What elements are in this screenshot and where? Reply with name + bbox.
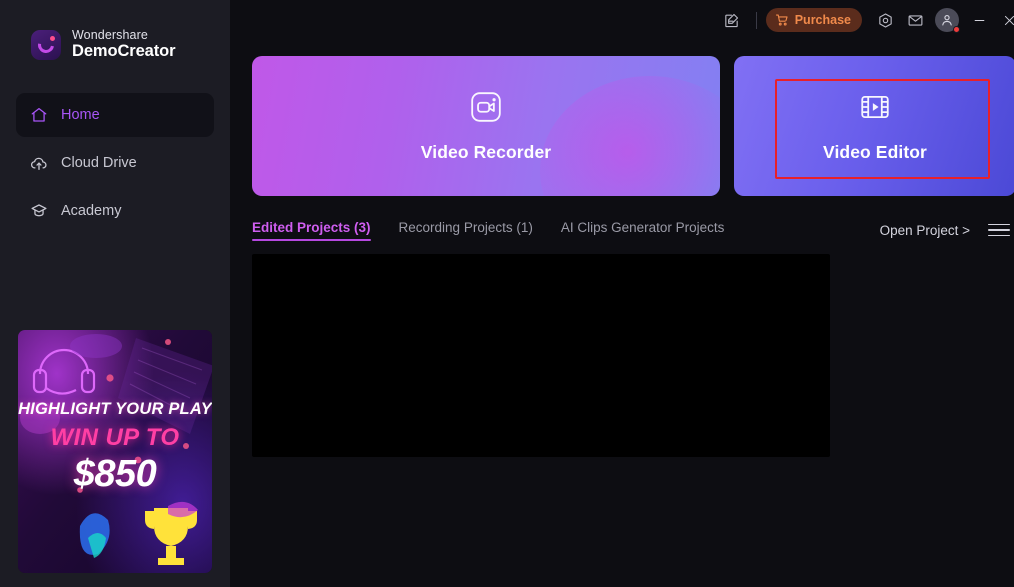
hamburger-menu-icon[interactable] (988, 219, 1010, 241)
title-bar: Purchase (230, 0, 1014, 40)
sidebar-item-cloud-drive[interactable]: Cloud Drive (16, 141, 214, 185)
notification-badge (953, 26, 960, 33)
project-list (230, 250, 1014, 457)
open-project-button[interactable]: Open Project > (880, 223, 970, 238)
purchase-button[interactable]: Purchase (765, 8, 862, 32)
sidebar-item-home[interactable]: Home (16, 93, 214, 138)
minimize-icon[interactable] (964, 5, 994, 35)
brand-company: Wondershare (72, 28, 148, 42)
brand-product: DemoCreator (72, 41, 176, 60)
tab-label: Edited Projects (3) (252, 220, 371, 235)
tab-label: AI Clips Generator Projects (560, 220, 725, 235)
close-icon[interactable] (994, 5, 1014, 35)
video-editor-label: Video Editor (823, 141, 927, 162)
settings-gear-icon[interactable] (870, 5, 900, 35)
promo-banner[interactable]: HIGHLIGHT YOUR PLAY WIN UP TO $850 (18, 330, 212, 573)
toolbar-divider (755, 11, 757, 29)
black-video-thumbnail[interactable] (252, 254, 830, 457)
promo-line-2: WIN UP TO (50, 424, 180, 451)
film-strip-play-icon (858, 90, 892, 129)
video-editor-card[interactable]: Video Editor (734, 56, 1014, 196)
promo-line-1: HIGHLIGHT YOUR PLAY (18, 400, 212, 418)
purchase-label: Purchase (794, 13, 851, 27)
democreator-window: Wondershare DemoCreator Home Cloud Drive… (0, 0, 1014, 587)
graduation-cap-icon (30, 202, 48, 220)
sidebar-nav: Home Cloud Drive Academy (0, 93, 230, 233)
democreator-logo-icon (31, 29, 61, 60)
mail-envelope-icon[interactable] (900, 5, 930, 35)
mode-cards: Video Recorder Video Editor (230, 40, 1014, 196)
feedback-note-icon[interactable] (717, 5, 747, 35)
user-avatar-icon[interactable] (935, 8, 960, 33)
shopping-cart-icon (775, 14, 788, 26)
tab-recording-projects[interactable]: Recording Projects (1) (399, 220, 533, 240)
sidebar-item-label: Home (61, 107, 100, 124)
tab-label: Recording Projects (1) (398, 220, 533, 235)
main-content: Purchase Video Recorder Video Editor Edi… (230, 0, 1014, 587)
video-recorder-label: Video Recorder (420, 141, 552, 162)
project-tabs: Edited Projects (3) Recording Projects (… (230, 210, 1014, 250)
home-icon (30, 106, 48, 124)
sidebar-item-label: Academy (61, 203, 122, 220)
sidebar-item-label: Cloud Drive (61, 155, 137, 172)
video-camera-icon (469, 90, 503, 129)
cloud-upload-icon (30, 154, 48, 172)
promo-line-3: $850 (73, 453, 157, 495)
tab-ai-clips-generator-projects[interactable]: AI Clips Generator Projects (561, 220, 725, 240)
sidebar: Wondershare DemoCreator Home Cloud Drive… (0, 0, 230, 587)
brand-logo-area: Wondershare DemoCreator (0, 0, 230, 60)
sidebar-item-academy[interactable]: Academy (16, 189, 214, 233)
tab-edited-projects[interactable]: Edited Projects (3) (252, 220, 371, 241)
video-recorder-card[interactable]: Video Recorder (252, 56, 720, 196)
